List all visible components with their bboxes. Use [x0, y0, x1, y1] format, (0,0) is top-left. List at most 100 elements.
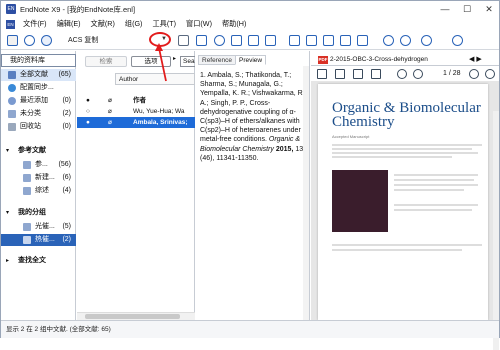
integrated-library-icon[interactable] [41, 35, 52, 46]
share-icon[interactable] [400, 35, 411, 46]
unfiled-icon [8, 110, 16, 118]
zoom-in-icon[interactable] [469, 69, 479, 79]
read-status-icon[interactable]: ● [86, 95, 90, 106]
local-library-icon[interactable] [7, 35, 18, 46]
folder-icon [23, 174, 31, 182]
find-fulltext-icon[interactable] [214, 35, 225, 46]
minimize-icon[interactable]: — [434, 1, 456, 17]
document-menu-icon[interactable]: EN [6, 19, 15, 29]
group-my-1[interactable]: 光催... (5) [1, 221, 76, 233]
trash-icon [8, 123, 16, 131]
scrollbar-thumb[interactable] [85, 314, 180, 319]
group-label: 回收站 [20, 123, 41, 130]
group-ref-3[interactable]: 综述 (4) [1, 185, 76, 197]
new-reference-icon[interactable] [323, 35, 334, 46]
group-count: (0) [62, 123, 71, 130]
group-label: 配置同步... [20, 84, 54, 91]
group-trash[interactable]: 回收站 (0) [1, 121, 76, 133]
text-line [332, 244, 482, 246]
open-file-icon[interactable] [306, 35, 317, 46]
folder-icon [23, 161, 31, 169]
attach-icon[interactable] [357, 35, 368, 46]
open-pdf-icon[interactable] [317, 69, 327, 79]
pdf-canvas[interactable]: Organic & Biomolecular Chemistry Accepte… [311, 81, 499, 350]
group-unfiled[interactable]: 未分类 (2) [1, 108, 76, 120]
menu-tools[interactable]: 工具(T) [147, 17, 181, 31]
chevron-right-icon[interactable]: ▸ [173, 55, 176, 62]
maximize-icon[interactable]: ☐ [456, 1, 478, 17]
new-style-icon[interactable] [178, 35, 189, 46]
sync-icon[interactable] [383, 35, 394, 46]
add-user-icon[interactable] [421, 35, 432, 46]
group-ref-2[interactable]: 新建... (6) [1, 172, 76, 184]
collapse-icon[interactable]: ▾ [6, 145, 9, 157]
page-indicator[interactable]: 1 / 28 [443, 70, 461, 77]
pdf-page: Organic & Biomolecular Chemistry Accepte… [318, 84, 488, 320]
group-count: (4) [62, 187, 71, 194]
options-button[interactable]: 选项 [131, 56, 171, 67]
menu-help[interactable]: 帮助(H) [217, 17, 251, 31]
group-ref-1[interactable]: 参... (56) [1, 159, 76, 171]
export-icon[interactable] [248, 35, 259, 46]
group-recently-added[interactable]: 最近添加 (0) [1, 95, 76, 107]
clock-icon [8, 97, 16, 105]
insert-citation-icon[interactable] [196, 35, 207, 46]
window-title: EndNote X9 - [我的EndNote库.enl] [20, 4, 136, 14]
expand-icon[interactable]: ▸ [6, 255, 9, 267]
attachment-icon: ⌀ [108, 119, 112, 126]
cell-author: Ambala, Srinivas; [133, 119, 188, 126]
menu-file[interactable]: 文件(F) [18, 17, 52, 31]
text-line [332, 249, 462, 251]
collapse-icon[interactable]: ▾ [6, 207, 9, 219]
page-down-icon[interactable] [413, 69, 423, 79]
text-line [332, 152, 478, 154]
vertical-scrollbar[interactable] [493, 111, 499, 350]
menu-groups[interactable]: 组(G) [120, 17, 148, 31]
print-icon[interactable] [353, 69, 363, 79]
group-set-my-groups[interactable]: ▾ 我的分组 [1, 207, 76, 219]
tab-nav-arrows[interactable]: ◀ ▶ [469, 55, 482, 65]
page-total: / 28 [448, 70, 461, 77]
group-all-references[interactable]: 全部文献 (65) [1, 69, 76, 81]
pdf-journal-title: Organic & Biomolecular Chemistry [332, 100, 481, 130]
upload-icon[interactable] [265, 35, 276, 46]
search-field-select[interactable]: Author [115, 73, 195, 85]
text-line [332, 156, 452, 158]
tab-reference[interactable]: Reference [198, 55, 236, 65]
menu-references[interactable]: 文献(R) [86, 17, 120, 31]
group-set-find-fulltext[interactable]: ▸ 查找全文 [1, 255, 76, 267]
zoom-out-icon[interactable] [485, 69, 495, 79]
column-author[interactable]: 作者 [133, 95, 146, 106]
group-count: (65) [58, 71, 71, 78]
close-icon[interactable]: ✕ [478, 1, 500, 17]
vertical-scrollbar[interactable] [303, 66, 309, 320]
online-search-icon[interactable] [24, 35, 35, 46]
group-set-references[interactable]: ▾ 参考文献 [1, 145, 76, 157]
menu-edit[interactable]: 编辑(E) [52, 17, 86, 31]
horizontal-scrollbar[interactable] [77, 312, 195, 320]
edit-reference-icon[interactable] [340, 35, 351, 46]
citation-year: 2015, [275, 145, 294, 153]
group-label: 最近添加 [20, 97, 48, 104]
search-button[interactable]: 检索 [85, 56, 127, 67]
folder-icon [23, 187, 31, 195]
group-my-2-selected[interactable]: 热催... (2) [1, 234, 76, 246]
folder-icon [23, 236, 31, 244]
attachment-icon[interactable]: ⌀ [108, 95, 112, 106]
search-scope-button[interactable]: Sea [180, 56, 195, 67]
preview-panel: Reference Preview 1. Ambala, S.; Thatiko… [196, 51, 310, 320]
my-library-header[interactable]: 我的资料库 [1, 54, 76, 67]
menu-window[interactable]: 窗口(W) [181, 17, 217, 31]
help-icon[interactable] [452, 35, 463, 46]
save-icon[interactable] [371, 69, 381, 79]
pdf-tab[interactable]: PDF 2-2015-OBC-3-Cross-dehydrogen ◀ ▶ [311, 55, 499, 66]
group-sync[interactable]: 配置同步... [1, 82, 76, 94]
table-row-selected[interactable]: ● ⌀ Ambala, Srinivas; [77, 117, 195, 128]
import-icon[interactable] [231, 35, 242, 46]
link-icon[interactable] [289, 35, 300, 46]
page-up-icon[interactable] [397, 69, 407, 79]
endnote-window: EN EndNote X9 - [我的EndNote库.enl] — ☐ ✕ E… [0, 0, 500, 350]
email-icon[interactable] [335, 69, 345, 79]
tab-preview[interactable]: Preview [235, 55, 267, 65]
table-row[interactable]: ○ ⌀ Wu, Yue-Hua; Wa [77, 106, 195, 117]
